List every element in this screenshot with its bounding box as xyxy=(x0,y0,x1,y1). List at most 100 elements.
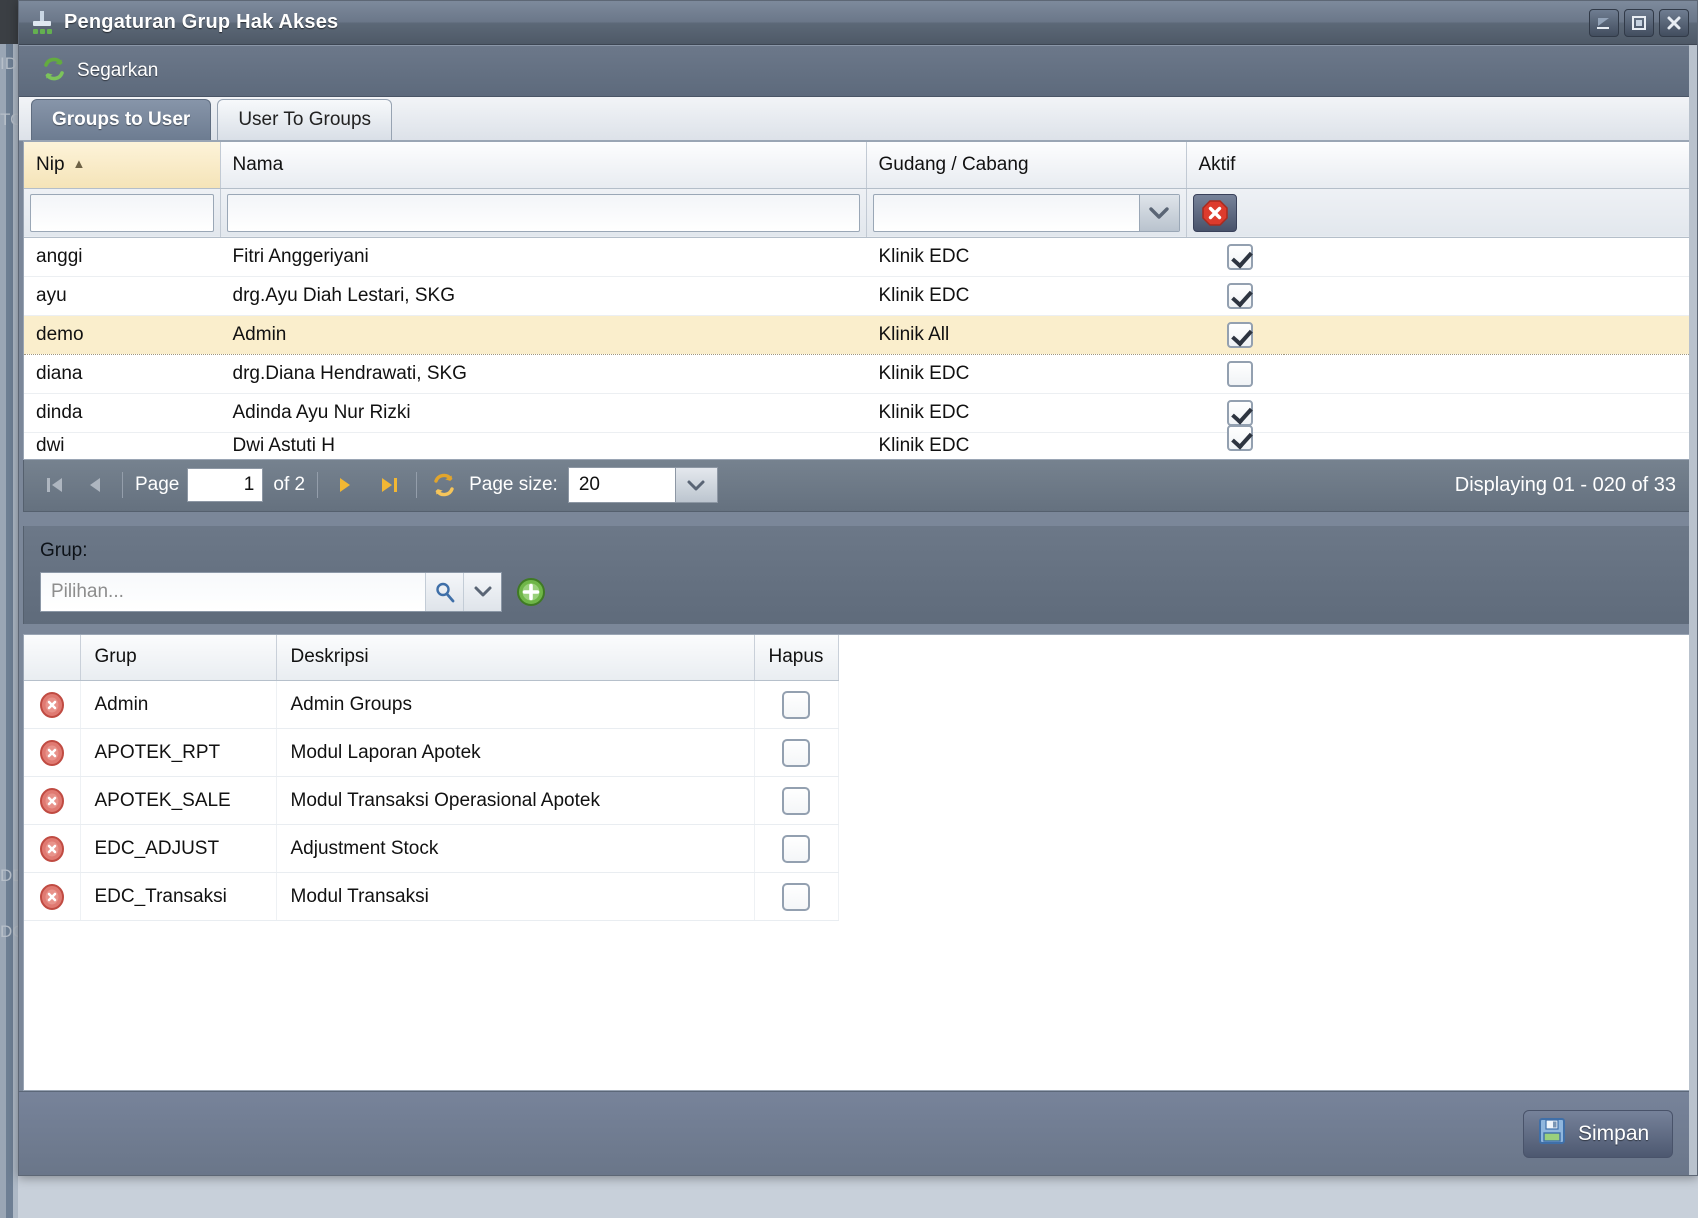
column-header-gudang-label: Gudang / Cabang xyxy=(879,154,1029,175)
sort-ascending-icon: ▲ xyxy=(73,156,86,171)
grup-panel: Grup: Pilihan... xyxy=(23,526,1693,624)
cell-spacer xyxy=(1282,315,1692,354)
cell-hapus xyxy=(754,681,838,729)
aktif-checkbox[interactable] xyxy=(1227,283,1253,309)
column-header-grup[interactable]: Grup xyxy=(80,635,276,681)
cell-nama: Fitri Anggeriyani xyxy=(220,237,866,276)
tab-user-to-groups[interactable]: User To Groups xyxy=(217,99,392,140)
table-row[interactable]: demo Admin Klinik All xyxy=(24,315,1692,354)
page-size-value: 20 xyxy=(579,474,600,495)
aktif-checkbox[interactable] xyxy=(1227,322,1253,348)
gudang-filter-combo[interactable] xyxy=(873,194,1180,232)
user-grid: Nip ▲ Nama Gudang / Cabang Aktif xyxy=(23,141,1693,460)
filter-cell-clear xyxy=(1186,188,1692,237)
cell-gudang: Klinik EDC xyxy=(866,432,1186,459)
add-icon[interactable] xyxy=(516,577,546,607)
refresh-icon[interactable] xyxy=(429,470,459,500)
column-header-aktif[interactable]: Aktif xyxy=(1186,142,1692,188)
table-row[interactable]: ayu drg.Ayu Diah Lestari, SKG Klinik EDC xyxy=(24,276,1692,315)
chevron-down-icon[interactable] xyxy=(1139,195,1179,231)
hapus-checkbox[interactable] xyxy=(782,739,810,767)
tab-groups-to-user[interactable]: Groups to User xyxy=(31,99,211,140)
tab-strip: Groups to User User To Groups xyxy=(19,97,1697,141)
hapus-checkbox[interactable] xyxy=(782,787,810,815)
toolbar: Segarkan xyxy=(19,45,1697,97)
column-header-nama[interactable]: Nama xyxy=(220,142,866,188)
save-button[interactable]: Simpan xyxy=(1523,1110,1673,1158)
close-icon[interactable] xyxy=(1659,9,1689,37)
cell-nip: diana xyxy=(24,354,220,393)
cell-nip: demo xyxy=(24,315,220,354)
delete-row-icon[interactable] xyxy=(37,690,67,720)
table-row[interactable]: diana drg.Diana Hendrawati, SKG Klinik E… xyxy=(24,354,1692,393)
cell-deskripsi: Adjustment Stock xyxy=(276,825,754,873)
clear-filter-icon[interactable] xyxy=(1193,194,1237,232)
table-row[interactable]: APOTEK_SALE Modul Transaksi Operasional … xyxy=(24,777,838,825)
aktif-checkbox[interactable] xyxy=(1227,361,1253,387)
page-size-select[interactable]: 20 xyxy=(568,467,718,503)
tab-user-to-groups-label: User To Groups xyxy=(238,109,371,131)
column-header-aktif-label: Aktif xyxy=(1199,154,1236,175)
table-row[interactable]: EDC_Transaksi Modul Transaksi xyxy=(24,873,838,921)
cell-deskripsi: Modul Laporan Apotek xyxy=(276,729,754,777)
table-row[interactable]: Admin Admin Groups xyxy=(24,681,838,729)
grup-select-combo[interactable]: Pilihan... xyxy=(40,572,502,612)
aktif-checkbox[interactable] xyxy=(1227,244,1253,270)
table-row[interactable]: anggi Fitri Anggeriyani Klinik EDC xyxy=(24,237,1692,276)
first-page-icon[interactable] xyxy=(40,470,70,500)
table-row[interactable]: EDC_ADJUST Adjustment Stock xyxy=(24,825,838,873)
next-page-icon[interactable] xyxy=(330,470,360,500)
window-titlebar[interactable]: Pengaturan Grup Hak Akses xyxy=(19,1,1697,45)
cell-aktif xyxy=(1186,354,1282,393)
minimize-icon[interactable] xyxy=(1589,9,1619,37)
page-of-label: of 2 xyxy=(273,474,305,496)
delete-row-icon[interactable] xyxy=(37,882,67,912)
table-row[interactable]: APOTEK_RPT Modul Laporan Apotek xyxy=(24,729,838,777)
user-grid-filter-row xyxy=(24,188,1692,237)
aktif-checkbox[interactable] xyxy=(1227,400,1253,426)
search-icon[interactable] xyxy=(425,573,463,611)
grup-combo-input[interactable]: Pilihan... xyxy=(41,573,425,611)
refresh-button[interactable]: Segarkan xyxy=(41,56,158,87)
column-header-hapus[interactable]: Hapus xyxy=(754,635,838,681)
column-header-gudang[interactable]: Gudang / Cabang xyxy=(866,142,1186,188)
cell-gudang: Klinik EDC xyxy=(866,393,1186,432)
hapus-checkbox[interactable] xyxy=(782,835,810,863)
cell-nama: drg.Ayu Diah Lestari, SKG xyxy=(220,276,866,315)
delete-row-icon[interactable] xyxy=(37,738,67,768)
filter-cell-nip xyxy=(24,188,220,237)
cell-delete xyxy=(24,681,80,729)
hapus-checkbox[interactable] xyxy=(782,883,810,911)
delete-row-icon[interactable] xyxy=(37,834,67,864)
cell-aktif xyxy=(1186,432,1282,459)
chevron-down-icon[interactable] xyxy=(675,468,717,502)
column-header-deskripsi[interactable]: Deskripsi xyxy=(276,635,754,681)
column-header-nip-label: Nip xyxy=(36,154,65,175)
table-row[interactable]: dinda Adinda Ayu Nur Rizki Klinik EDC xyxy=(24,393,1692,432)
cell-delete xyxy=(24,729,80,777)
page-title: Pengaturan Grup Hak Akses xyxy=(64,11,338,34)
cell-delete xyxy=(24,825,80,873)
cell-grup: EDC_Transaksi xyxy=(80,873,276,921)
page-number-input[interactable]: 1 xyxy=(187,468,263,502)
column-header-nama-label: Nama xyxy=(233,154,284,175)
nama-filter-input[interactable] xyxy=(227,194,860,232)
cell-deskripsi: Modul Transaksi xyxy=(276,873,754,921)
group-table-header-row: Grup Deskripsi Hapus xyxy=(24,635,838,681)
last-page-icon[interactable] xyxy=(374,470,404,500)
chevron-down-icon[interactable] xyxy=(463,573,501,611)
cell-gudang: Klinik EDC xyxy=(866,276,1186,315)
aktif-checkbox[interactable] xyxy=(1227,432,1253,451)
prev-page-icon[interactable] xyxy=(80,470,110,500)
hapus-checkbox[interactable] xyxy=(782,691,810,719)
delete-row-icon[interactable] xyxy=(37,786,67,816)
cell-delete xyxy=(24,777,80,825)
column-header-nip[interactable]: Nip ▲ xyxy=(24,142,220,188)
maximize-icon[interactable] xyxy=(1624,9,1654,37)
cell-deskripsi: Modul Transaksi Operasional Apotek xyxy=(276,777,754,825)
table-row[interactable]: dwi Dwi Astuti H Klinik EDC xyxy=(24,432,1692,459)
cell-grup: EDC_ADJUST xyxy=(80,825,276,873)
nip-filter-input[interactable] xyxy=(30,194,214,232)
cell-aktif xyxy=(1186,315,1282,354)
access-rights-dialog: Pengaturan Grup Hak Akses xyxy=(18,0,1698,1176)
